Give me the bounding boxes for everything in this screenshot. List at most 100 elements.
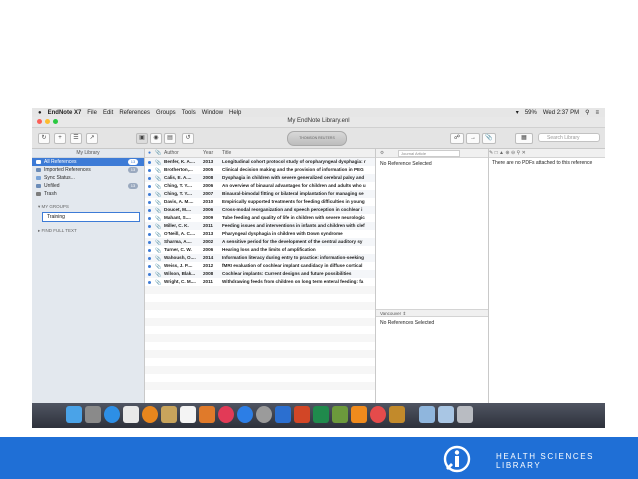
menu-file[interactable]: File xyxy=(87,110,97,116)
table-row[interactable]: 📎 Davis, A. M.... 2010 Empirically supporte… xyxy=(145,198,375,206)
table-row[interactable]: 📎 Ching, T. Y.... 2007 Binaural-bimodal fit… xyxy=(145,190,375,198)
zoom-in-icon[interactable]: ⊕ xyxy=(505,150,509,156)
menu-help[interactable]: Help xyxy=(229,110,241,116)
attachment-icon: 📎 xyxy=(155,272,162,278)
close-icon[interactable]: ✕ xyxy=(522,150,526,156)
highlight-icon[interactable]: ▲ xyxy=(499,150,504,156)
sidebar-item-trash[interactable]: Trash xyxy=(32,190,144,198)
group-icon[interactable]: ☰ xyxy=(70,133,82,144)
cell-year: 2012 xyxy=(203,263,214,268)
cell-year: 2006 xyxy=(203,207,214,212)
search-icon[interactable]: ⚲ xyxy=(517,150,521,156)
layout-menu-icon[interactable]: ▦ xyxy=(515,133,533,144)
photos-icon[interactable] xyxy=(123,406,139,423)
output-style-select[interactable]: Vancouver ⇕ xyxy=(376,309,488,317)
unread-dot-icon xyxy=(148,177,151,180)
table-row[interactable]: 📎 Mahant, S.... 2009 Tube feeding and quali… xyxy=(145,214,375,222)
library-mode-icon[interactable]: ▣ xyxy=(136,133,148,144)
powerpoint-icon[interactable] xyxy=(294,406,310,423)
safari-icon[interactable] xyxy=(104,406,120,423)
project-icon[interactable] xyxy=(332,406,348,423)
sidebar-item-imported-references[interactable]: Imported References 13 xyxy=(32,166,144,174)
unread-dot-icon xyxy=(148,161,151,164)
online-mode-icon[interactable]: ◉ xyxy=(150,133,162,144)
table-row[interactable]: 📎 Wilson, Blak... 2008 Cochlear implants: C… xyxy=(145,270,375,278)
calendar-icon[interactable] xyxy=(180,406,196,423)
my-groups-heading[interactable]: ▾ MY GROUPS xyxy=(32,202,144,211)
find-fulltext-icon[interactable]: ☍ xyxy=(450,133,464,144)
wifi-icon[interactable]: ▾ xyxy=(516,109,519,116)
battery-percent[interactable]: 59% xyxy=(525,110,537,116)
table-row[interactable]: 📎 Wright, C. M.... 2011 Withdrawing feeds f… xyxy=(145,278,375,286)
contacts-icon[interactable] xyxy=(161,406,177,423)
sync-icon[interactable]: ↻ xyxy=(38,133,50,144)
reference-type-select[interactable]: Journal Article xyxy=(398,150,460,157)
finder-icon[interactable] xyxy=(66,406,82,423)
open-url-icon[interactable]: → xyxy=(466,133,480,144)
apple-menu-icon[interactable]: ● xyxy=(38,110,42,116)
table-row[interactable]: 📎 Turner, C. W. 2006 Hearing loss and the l… xyxy=(145,246,375,254)
menu-groups[interactable]: Groups xyxy=(156,110,176,116)
empty-row xyxy=(145,326,375,334)
integrated-mode-icon[interactable]: ▤ xyxy=(164,133,176,144)
attachment-column-icon[interactable]: 📎 xyxy=(155,150,161,156)
menu-app[interactable]: EndNote X7 xyxy=(48,110,82,116)
attachment-icon: 📎 xyxy=(155,160,162,166)
find-full-text-heading[interactable]: ▸ FIND FULL TEXT xyxy=(32,226,144,235)
trash-can-icon[interactable] xyxy=(457,406,473,423)
menu-edit[interactable]: Edit xyxy=(103,110,113,116)
attach-file-icon[interactable]: 📎 xyxy=(482,133,496,144)
sidebar-item-all-references[interactable]: All References 13 xyxy=(32,158,144,166)
new-group-name-input[interactable]: Training xyxy=(42,212,140,222)
system-preferences-icon[interactable] xyxy=(256,406,272,423)
table-row[interactable]: 📎 Ching, T. Y.... 2006 An overview of binau… xyxy=(145,182,375,190)
word-icon[interactable] xyxy=(275,406,291,423)
cell-author: Wilson, Blak... xyxy=(164,271,196,276)
comment-icon[interactable]: □ xyxy=(495,150,498,156)
excel-icon[interactable] xyxy=(313,406,329,423)
column-title[interactable]: Title xyxy=(222,150,231,156)
downloads-folder-icon[interactable] xyxy=(419,406,435,423)
new-reference-icon[interactable]: + xyxy=(54,133,66,144)
gear-icon[interactable]: ⚙ xyxy=(380,150,384,156)
spotlight-icon[interactable]: ⚲ xyxy=(585,109,589,116)
itunes-icon[interactable] xyxy=(218,406,234,423)
sidebar-item-sync-status[interactable]: Sync Status... xyxy=(32,174,144,182)
column-author[interactable]: Author xyxy=(164,150,179,156)
table-row[interactable]: 📎 Wahoush, O.... 2014 Information literacy … xyxy=(145,254,375,262)
documents-folder-icon[interactable] xyxy=(438,406,454,423)
sidebar-item-unfiled[interactable]: Unfiled 13 xyxy=(32,182,144,190)
notification-center-icon[interactable]: ≡ xyxy=(595,110,599,116)
menu-references[interactable]: References xyxy=(119,110,150,116)
firefox-icon[interactable] xyxy=(142,406,158,423)
vlc-icon[interactable] xyxy=(351,406,367,423)
table-row[interactable]: 📎 Brotherton,... 2005 Clinical decision mak… xyxy=(145,166,375,174)
endnote-icon[interactable] xyxy=(389,406,405,423)
cell-author: Turner, C. W. xyxy=(164,247,192,252)
paperclip-icon[interactable]: ✎ xyxy=(489,150,493,156)
insert-citation-icon[interactable]: ↺ xyxy=(182,133,194,144)
table-row[interactable]: 📎 Benfer, K. A.... 2013 Longitudinal cohort… xyxy=(145,158,375,166)
search-library-input[interactable]: Search Library xyxy=(538,133,600,142)
clock[interactable]: Wed 2:37 PM xyxy=(543,110,579,116)
empty-row xyxy=(145,318,375,326)
table-row[interactable]: 📎 Sharma, A.... 2002 A sensitive period for… xyxy=(145,238,375,246)
library-name: HEALTH SCIENCES LIBRARY xyxy=(496,452,594,470)
app-store-icon[interactable] xyxy=(237,406,253,423)
cell-year: 2005 xyxy=(203,167,214,172)
table-row[interactable]: 📎 Calis, E. A.... 2008 Dysphagia in childre… xyxy=(145,174,375,182)
read-status-column-icon[interactable]: ● xyxy=(148,150,151,156)
column-year[interactable]: Year xyxy=(203,150,213,156)
table-row[interactable]: 📎 Weiss, J. P.... 2012 fMRI evaluation of c… xyxy=(145,262,375,270)
table-row[interactable]: 📎 Miller, C. K. 2011 Feeding issues and int… xyxy=(145,222,375,230)
chrome-icon[interactable] xyxy=(370,406,386,423)
launchpad-icon[interactable] xyxy=(85,406,101,423)
zoom-out-icon[interactable]: ⊖ xyxy=(511,150,515,156)
table-row[interactable]: 📎 Doucet, M.... 2006 Cross-modal reorganiza… xyxy=(145,206,375,214)
share-icon[interactable]: ↗ xyxy=(86,133,98,144)
menu-window[interactable]: Window xyxy=(202,110,223,116)
table-row[interactable]: 📎 O'Neill, A. C.... 2013 Pharyngeal dysphag… xyxy=(145,230,375,238)
ibooks-icon[interactable] xyxy=(199,406,215,423)
cell-author: Sharma, A.... xyxy=(164,239,192,244)
menu-tools[interactable]: Tools xyxy=(182,110,196,116)
